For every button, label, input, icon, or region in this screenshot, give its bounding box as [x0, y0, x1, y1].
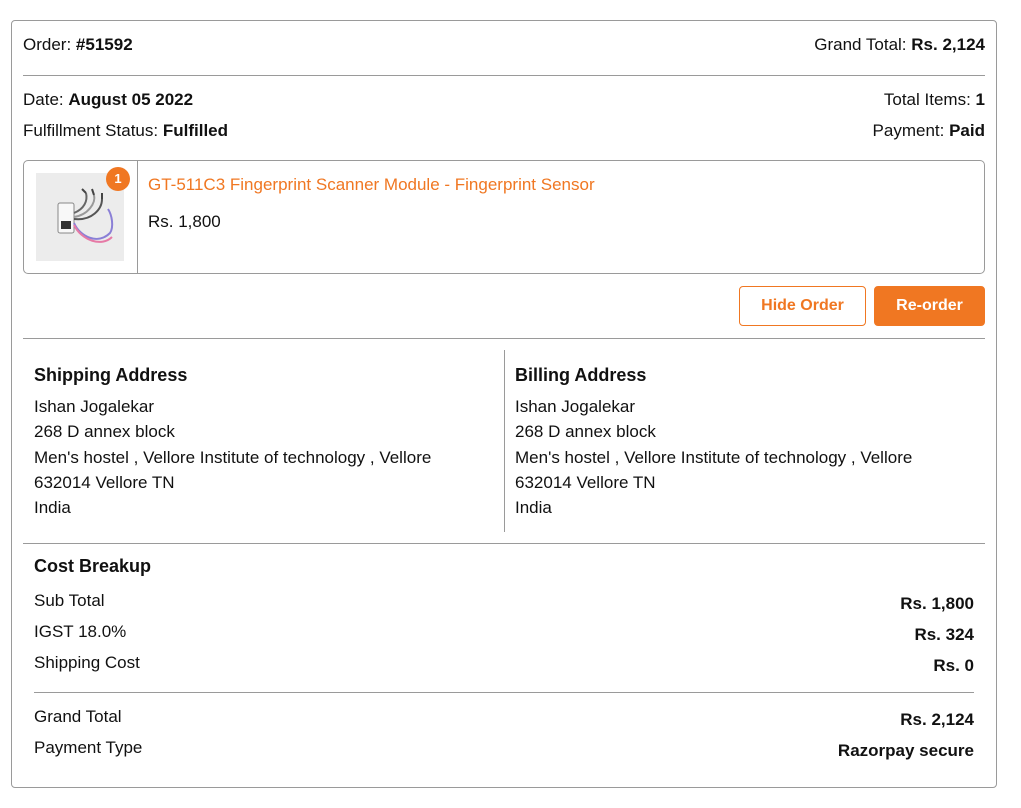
shipping-address-line: India [34, 498, 71, 518]
billing-address-line: Men's hostel , Vellore Institute of tech… [515, 447, 913, 467]
cost-row-payment-type: Payment Type Razorpay secure [34, 738, 974, 760]
cost-row-shipping: Shipping Cost Rs. 0 [34, 653, 974, 675]
billing-address-line: 632014 Vellore TN [515, 472, 656, 492]
item-thumbnail-cell: 1 [24, 161, 138, 273]
cost-row-igst: IGST 18.0% Rs. 324 [34, 622, 974, 644]
shipping-address-title: Shipping Address [34, 365, 188, 385]
fulfillment-status: Fulfillment Status: Fulfilled [23, 121, 229, 140]
shipping-address-line: Ishan Jogalekar [34, 397, 155, 416]
order-header: Order: #51592 Grand Total: Rs. 2,124 [23, 35, 985, 55]
cost-label: Payment Type [34, 738, 143, 757]
order-meta-row-2: Fulfillment Status: Fulfilled Payment: P… [23, 121, 985, 141]
billing-address-line: India [515, 498, 552, 518]
cost-breakup-title: Cost Breakup [34, 556, 152, 576]
order-date: Date: August 05 2022 [23, 90, 194, 109]
item-price: Rs. 1,800 [148, 212, 221, 231]
cost-label: Sub Total [34, 591, 105, 610]
billing-address: Billing Address Ishan Jogalekar 268 D an… [515, 361, 955, 520]
reorder-button[interactable]: Re-order [874, 286, 985, 326]
divider [34, 692, 974, 693]
shipping-address-line: Men's hostel , Vellore Institute of tech… [34, 447, 432, 467]
divider [23, 543, 985, 544]
order-meta-row-1: Date: August 05 2022 Total Items: 1 [23, 90, 985, 110]
cost-row-grand-total: Grand Total Rs. 2,124 [34, 707, 974, 729]
order-number: Order: #51592 [23, 35, 133, 54]
order-card: Order: #51592 Grand Total: Rs. 2,124 Dat… [11, 20, 997, 788]
grand-total-summary: Grand Total: Rs. 2,124 [814, 35, 985, 54]
shipping-address: Shipping Address Ishan Jogalekar 268 D a… [34, 361, 474, 520]
divider [23, 75, 985, 76]
shipping-address-line: 268 D annex block [34, 422, 175, 442]
payment-status: Payment: Paid [872, 121, 985, 140]
item-title-link[interactable]: GT-511C3 Fingerprint Scanner Module - Fi… [148, 175, 595, 195]
billing-address-line: 268 D annex block [515, 422, 656, 442]
cost-row-subtotal: Sub Total Rs. 1,800 [34, 591, 974, 613]
order-item: 1 GT-511C3 Fingerprint Scanner Module - … [23, 160, 985, 274]
address-divider [504, 350, 505, 532]
cost-value: Razorpay secure [837, 741, 974, 760]
quantity-badge: 1 [106, 167, 130, 191]
cost-label: IGST 18.0% [34, 622, 127, 641]
cost-label: Shipping Cost [34, 653, 140, 672]
cost-value: Rs. 0 [933, 656, 974, 675]
cost-label: Grand Total [34, 707, 122, 726]
cost-value: Rs. 324 [914, 625, 974, 644]
hide-order-button[interactable]: Hide Order [739, 286, 866, 326]
cost-value: Rs. 2,124 [900, 710, 974, 729]
total-items: Total Items: 1 [883, 90, 985, 109]
cost-value: Rs. 1,800 [900, 594, 974, 613]
divider [23, 338, 985, 339]
billing-address-title: Billing Address [515, 365, 647, 385]
shipping-address-line: 632014 Vellore TN [34, 472, 175, 492]
billing-address-line: Ishan Jogalekar [515, 397, 636, 416]
